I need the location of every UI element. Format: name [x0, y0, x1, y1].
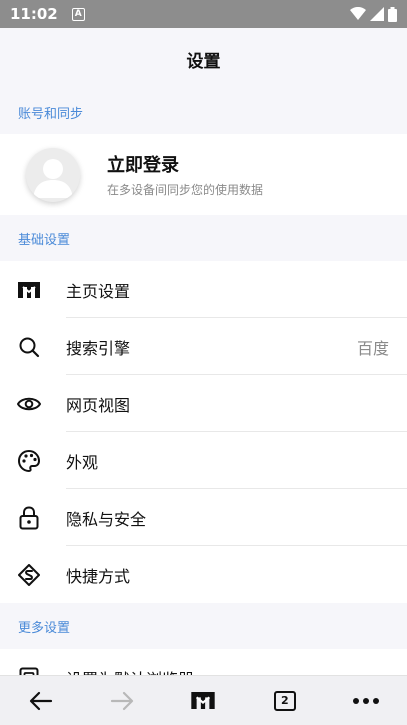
- more-settings-group: 设置为默认浏览器: [0, 649, 407, 675]
- user-avatar-icon: [33, 158, 73, 198]
- settings-item-search-engine[interactable]: 搜索引擎 百度: [0, 318, 407, 375]
- forward-button[interactable]: [92, 676, 152, 725]
- basic-settings-group: 主页设置 搜索引擎 百度 网页视图 外观 隐私与安全 快捷方式: [0, 261, 407, 603]
- section-header-basic: 基础设置: [0, 215, 407, 261]
- section-header-account: 账号和同步: [0, 90, 407, 134]
- bottom-toolbar: 2: [0, 675, 407, 725]
- settings-item-label: 网页视图: [66, 395, 131, 415]
- login-title: 立即登录: [107, 155, 179, 176]
- home-logo-icon: [18, 281, 40, 298]
- wifi-icon: [350, 7, 366, 20]
- app-bar: 设置: [0, 28, 407, 90]
- settings-item-homepage[interactable]: 主页设置: [0, 261, 407, 318]
- settings-item-label: 隐私与安全: [66, 509, 147, 529]
- status-bar: 11:02 A: [0, 0, 407, 28]
- section-header-more: 更多设置: [0, 603, 407, 649]
- login-subtitle: 在多设备间同步您的使用数据: [107, 183, 264, 197]
- home-logo-icon: [191, 692, 216, 709]
- settings-item-label: 快捷方式: [66, 566, 131, 586]
- settings-item-appearance[interactable]: 外观: [0, 432, 407, 489]
- palette-icon: [18, 449, 40, 472]
- more-dots-icon: [353, 697, 380, 704]
- eye-icon: [17, 397, 41, 410]
- shortcut-icon: [18, 563, 40, 586]
- menu-button[interactable]: [336, 676, 396, 725]
- signal-icon: [370, 7, 384, 21]
- tabs-button[interactable]: 2: [255, 676, 315, 725]
- default-browser-icon: [19, 667, 39, 675]
- page-title: 设置: [186, 51, 221, 72]
- arrow-right-icon: [110, 691, 134, 710]
- settings-item-privacy[interactable]: 隐私与安全: [0, 489, 407, 546]
- battery-icon: [388, 6, 397, 22]
- settings-item-label: 搜索引擎: [66, 338, 131, 358]
- login-row[interactable]: 立即登录 在多设备间同步您的使用数据: [0, 134, 407, 215]
- tab-count-badge: 2: [273, 690, 296, 711]
- home-button[interactable]: [173, 676, 233, 725]
- settings-item-webview[interactable]: 网页视图: [0, 375, 407, 432]
- notification-icon: A: [71, 7, 85, 21]
- settings-list[interactable]: 账号和同步 立即登录 在多设备间同步您的使用数据 基础设置 主页设置 搜索引擎 …: [0, 90, 407, 675]
- lock-icon: [19, 505, 39, 529]
- settings-item-label: 外观: [66, 452, 99, 472]
- search-engine-value: 百度: [356, 338, 389, 358]
- avatar: [26, 147, 80, 202]
- back-button[interactable]: [11, 676, 71, 725]
- status-time: 11:02: [10, 5, 58, 23]
- settings-item-default-browser[interactable]: 设置为默认浏览器: [0, 649, 407, 675]
- settings-item-label: 主页设置: [66, 281, 131, 301]
- settings-item-label: 设置为默认浏览器: [66, 666, 407, 676]
- arrow-left-icon: [29, 691, 52, 710]
- search-icon: [19, 337, 40, 357]
- settings-item-shortcuts[interactable]: 快捷方式: [0, 546, 407, 603]
